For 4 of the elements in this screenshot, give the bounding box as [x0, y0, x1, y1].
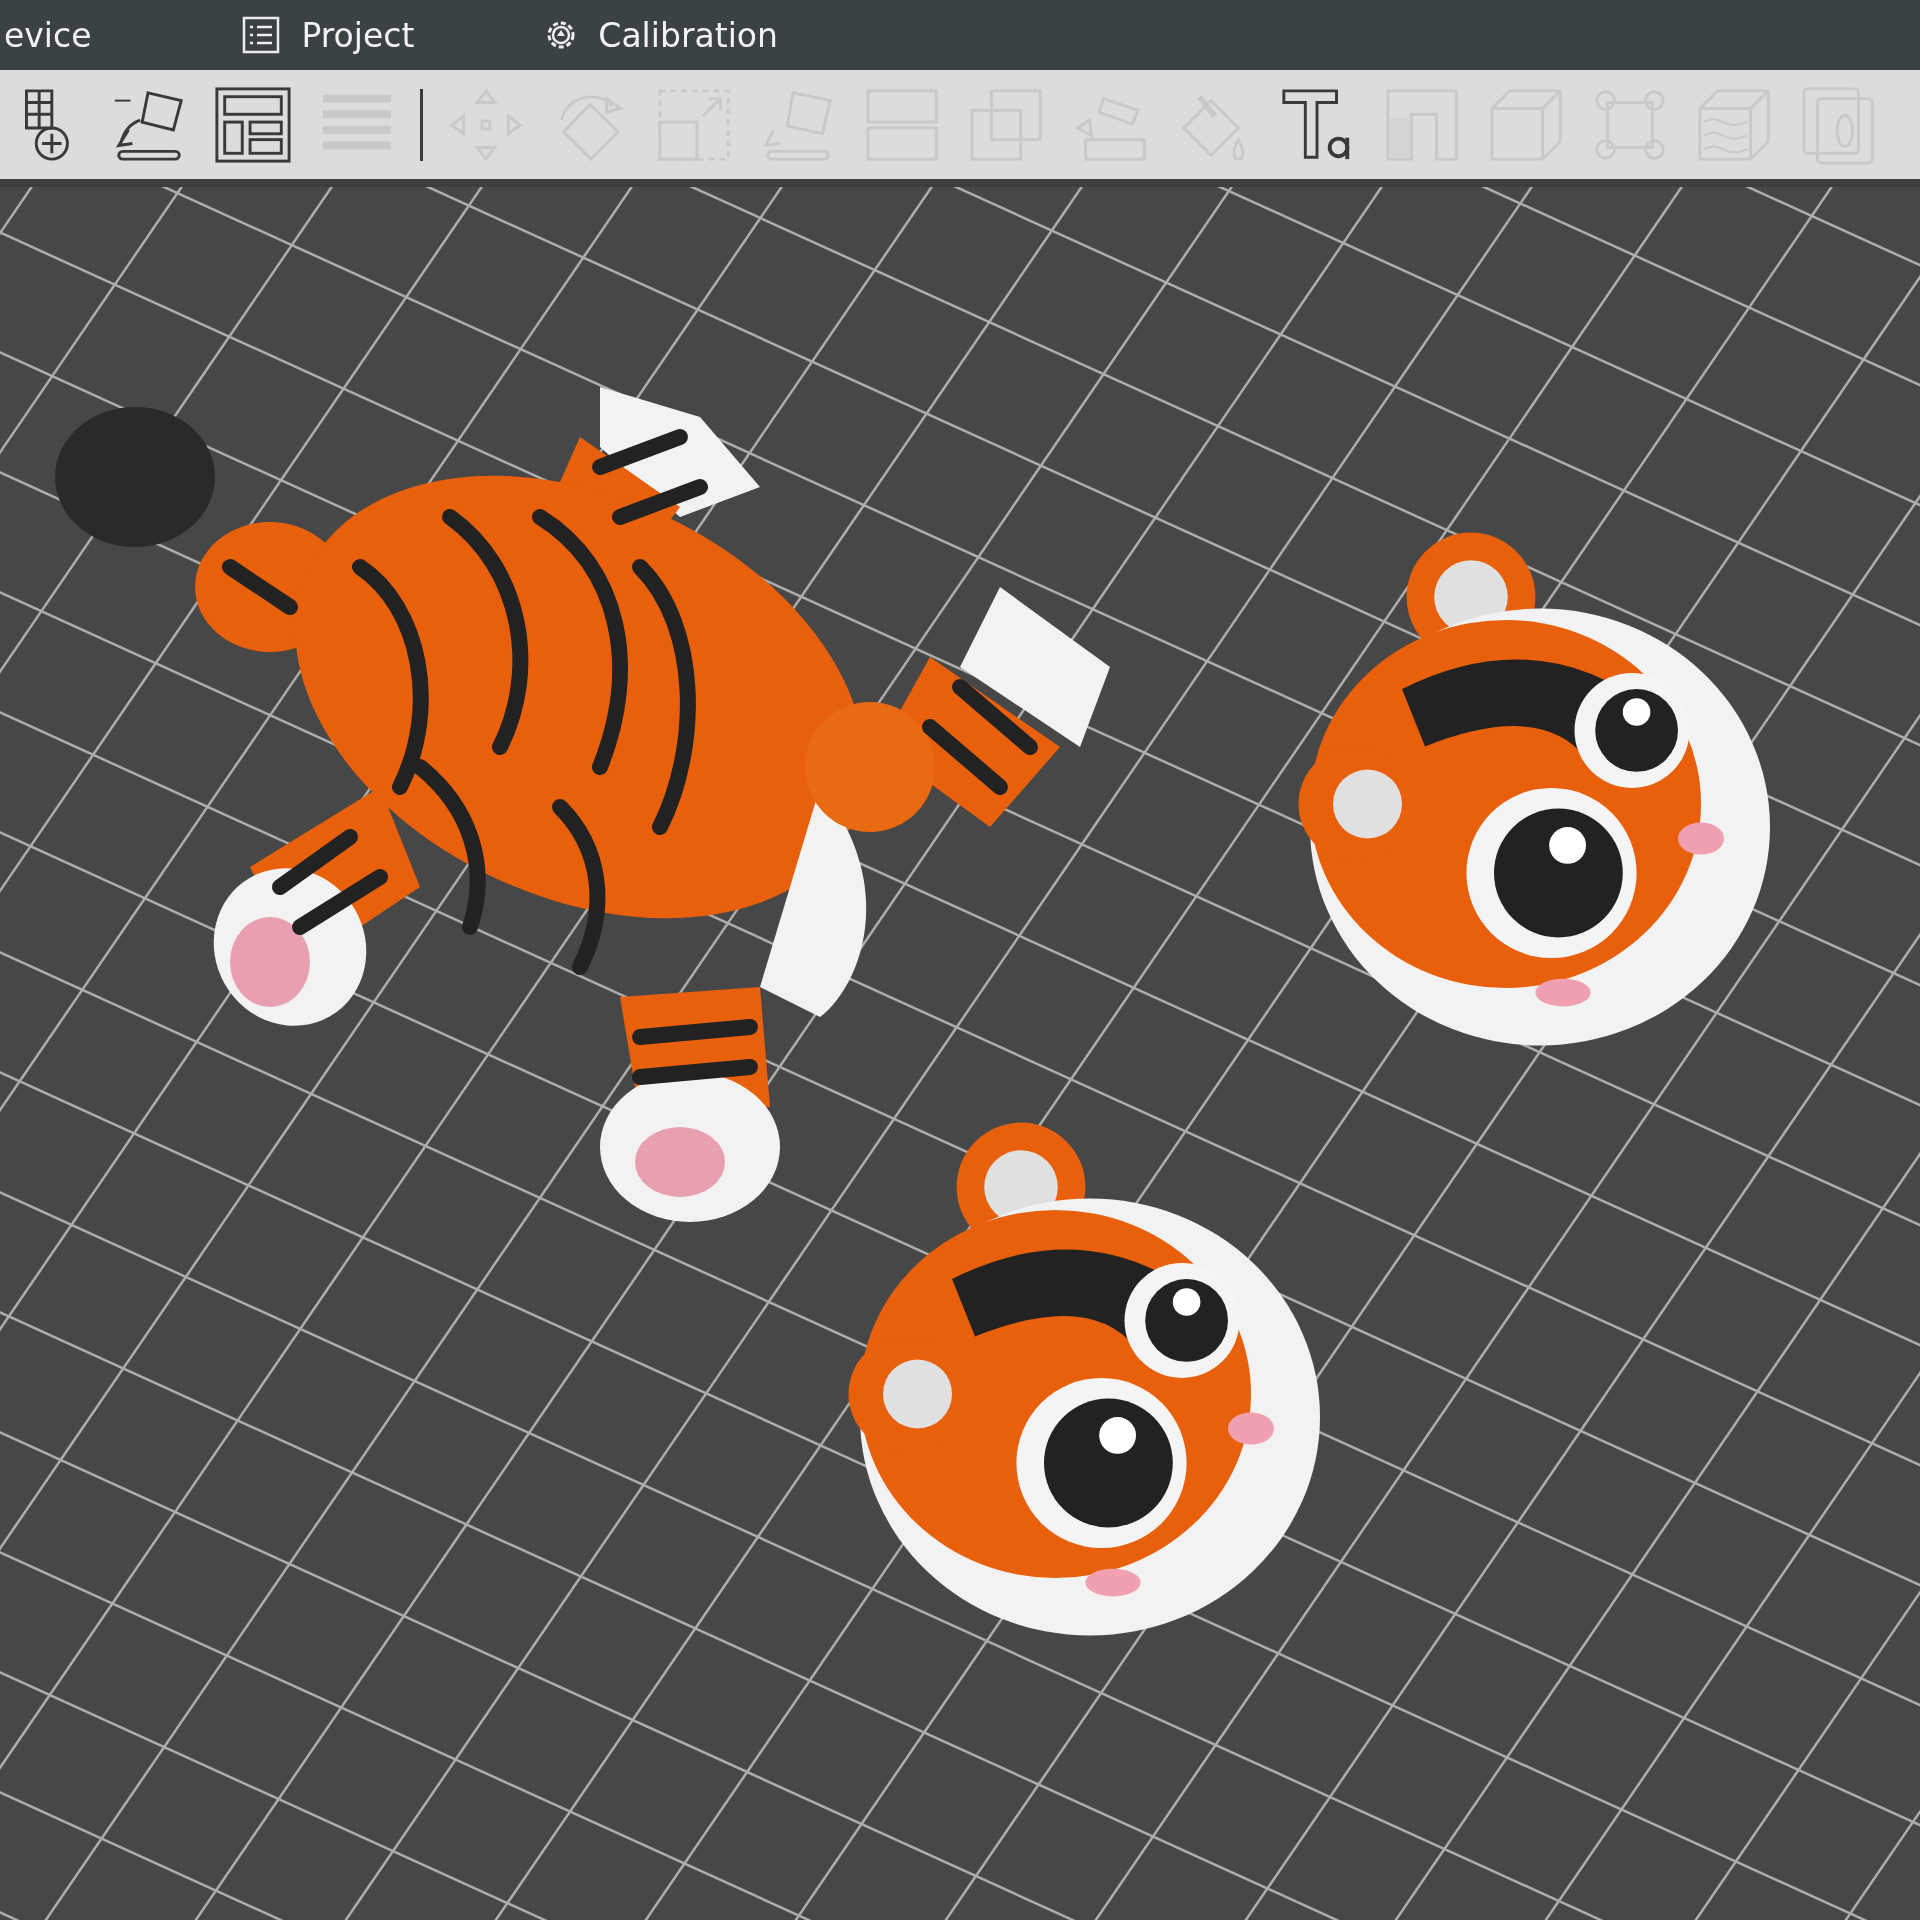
- list-icon: [241, 15, 282, 55]
- tab[interactable]: evice: [4, 0, 132, 70]
- tab[interactable]: Calibration: [544, 0, 818, 70]
- tab[interactable]: Project: [241, 0, 455, 70]
